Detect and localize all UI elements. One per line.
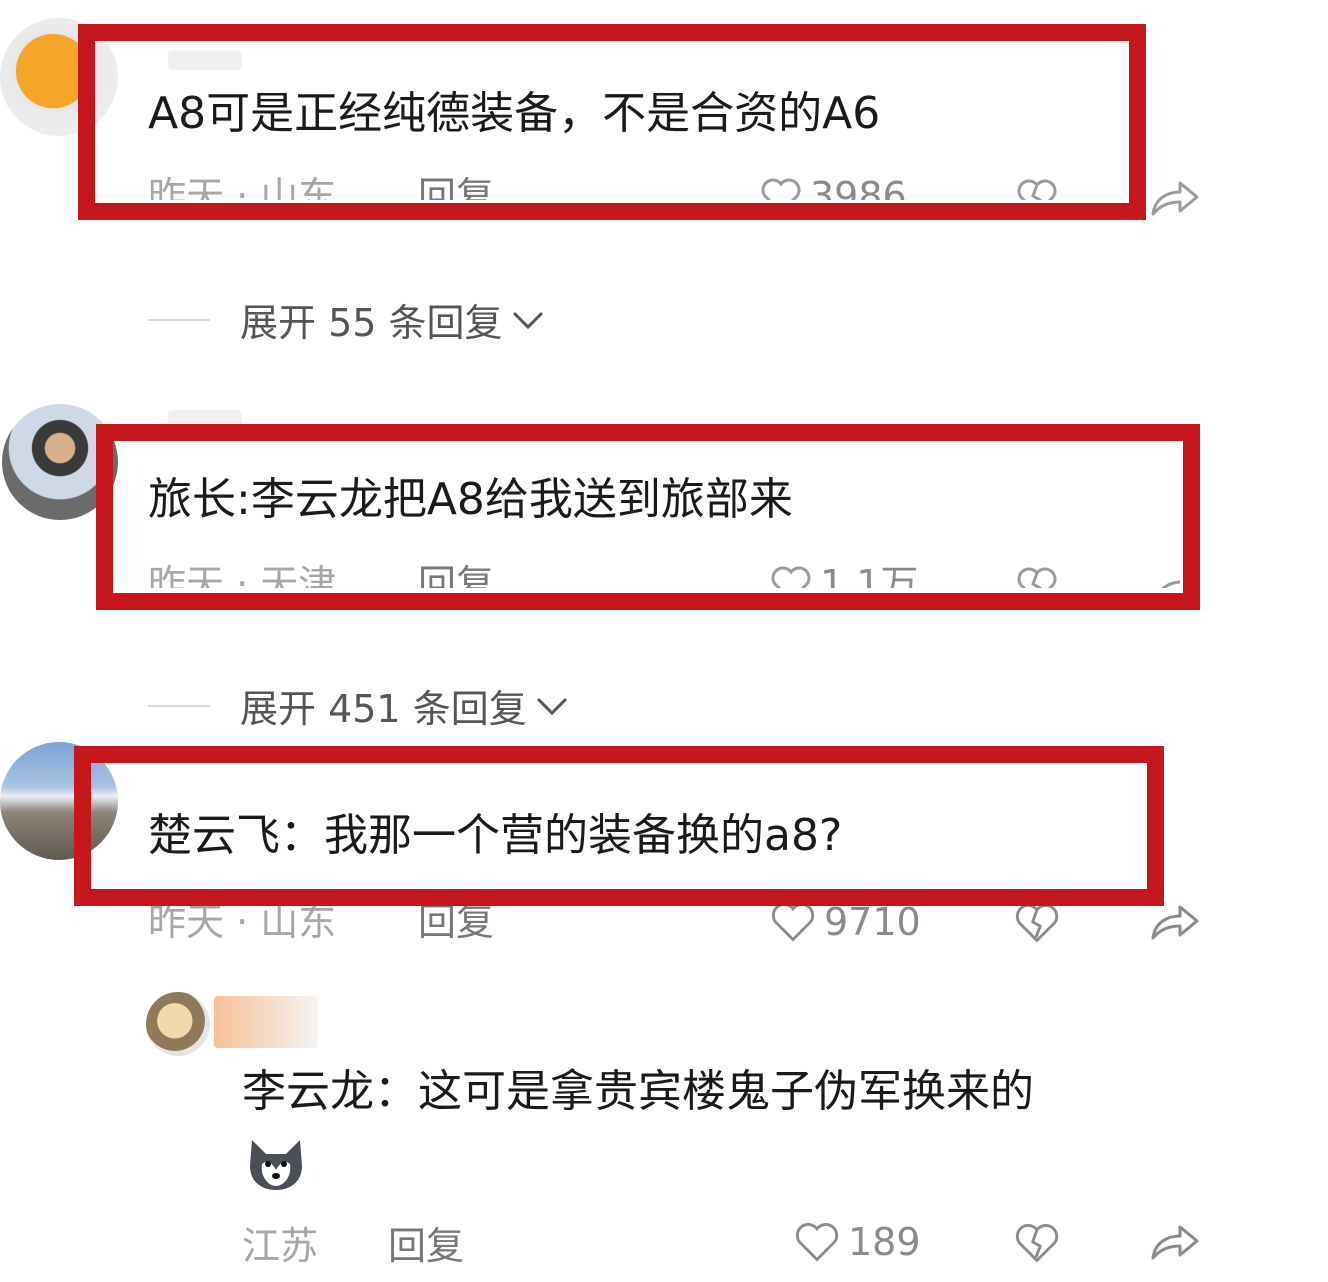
chevron-down-icon: [535, 695, 569, 717]
avatar[interactable]: [146, 992, 210, 1056]
dislike-icon[interactable]: [1014, 902, 1060, 944]
highlight-box: [74, 746, 1164, 906]
comment-meta: 昨天 · 山东: [148, 900, 337, 944]
share-icon[interactable]: [1150, 1222, 1200, 1262]
expand-label: 展开 55 条回复: [240, 301, 503, 345]
username-blurred: [214, 996, 318, 1048]
highlight-box: [96, 424, 1200, 610]
like-count: 9710: [824, 900, 921, 944]
expand-replies-button[interactable]: 展开 55 条回复: [148, 292, 545, 347]
divider-line: [148, 318, 210, 321]
reply-text: 李云龙：这可是拿贵宾楼鬼子伪军换来的: [242, 1066, 1034, 1117]
expand-label: 展开 451 条回复: [240, 687, 527, 731]
heart-icon: [770, 901, 816, 943]
like-count: 189: [848, 1220, 921, 1264]
like-button[interactable]: 189: [794, 1220, 921, 1264]
highlight-box: [78, 24, 1146, 220]
dislike-icon[interactable]: [1014, 1222, 1060, 1264]
divider-line: [148, 704, 210, 707]
share-icon[interactable]: [1150, 902, 1200, 942]
share-icon[interactable]: [1150, 178, 1200, 218]
heart-icon: [794, 1221, 840, 1263]
reply-button[interactable]: 回复: [388, 1224, 464, 1268]
husky-emoji-icon: [244, 1134, 308, 1194]
like-button[interactable]: 9710: [770, 900, 921, 944]
reply-meta: 江苏: [242, 1224, 319, 1268]
chevron-down-icon: [511, 309, 545, 331]
reply-button[interactable]: 回复: [418, 900, 494, 944]
expand-replies-button[interactable]: 展开 451 条回复: [148, 678, 569, 733]
